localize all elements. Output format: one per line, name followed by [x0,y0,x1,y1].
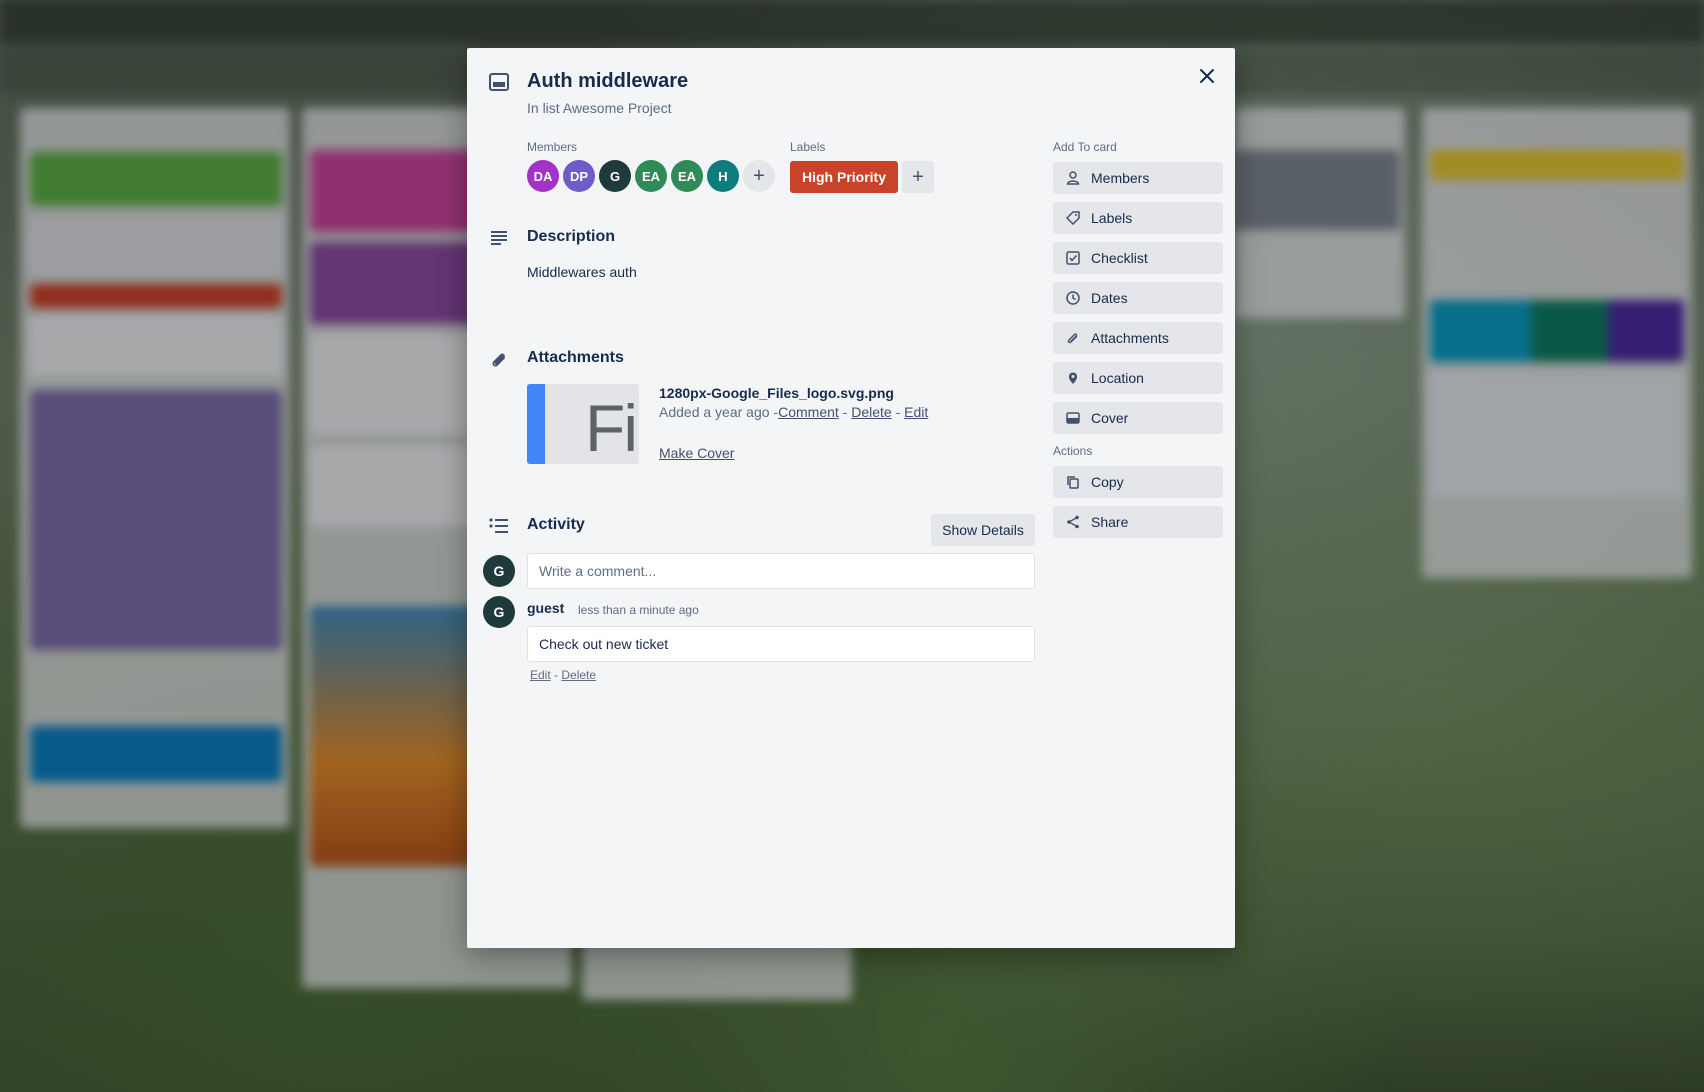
card-list-info: In list Awesome Project [527,100,672,116]
attachments-heading: Attachments [527,349,624,366]
attachment-delete-link[interactable]: Delete [851,404,891,420]
sidebar-copy-button[interactable]: Copy [1053,466,1223,498]
copy-icon [1065,474,1081,490]
current-user-avatar: G [483,555,515,587]
comment-edit-link[interactable]: Edit [530,668,551,682]
map-pin-icon [1065,370,1081,386]
description-icon [487,226,511,250]
comment-author: guest [527,600,565,616]
attachment-thumbnail[interactable]: Fi [527,384,639,464]
description-heading: Description [527,228,616,245]
add-member-button[interactable]: + [743,160,775,192]
member-avatar[interactable]: DA [527,160,559,192]
attachment-comment-link[interactable]: Comment [778,404,839,420]
labels-list: High Priority + [790,161,935,193]
attachment-thumb-text: Fi [585,391,638,464]
sidebar-members-button[interactable]: Members [1053,162,1223,194]
sidebar-dates-button[interactable]: Dates [1053,282,1223,314]
comment-text: Check out new ticket [527,626,1035,662]
paperclip-icon [1065,330,1081,346]
comment-actions: Edit - Delete [530,668,597,682]
activity-heading: Activity [527,516,585,533]
sidebar-cover-button[interactable]: Cover [1053,402,1223,434]
activity-icon [487,514,511,538]
sidebar-share-button[interactable]: Share [1053,506,1223,538]
description-text[interactable]: Middlewares auth [527,264,637,280]
attachment-thumb-stripe [527,384,545,464]
share-icon [1065,514,1081,530]
sidebar-checklist-button[interactable]: Checklist [1053,242,1223,274]
sidebar-attachments-button[interactable]: Attachments [1053,322,1223,354]
person-icon [1065,170,1081,186]
comment-input[interactable] [527,553,1035,589]
comment-author-avatar: G [483,596,515,628]
make-cover-link[interactable]: Make Cover [659,445,734,461]
close-button[interactable] [1193,62,1221,90]
card-title[interactable]: Auth middleware [527,70,688,93]
members-label: Members [527,140,578,154]
show-details-button[interactable]: Show Details [931,514,1035,546]
paperclip-icon [487,348,511,372]
tag-icon [1065,210,1081,226]
clock-icon [1065,290,1081,306]
attachment-file-name: 1280px-Google_Files_logo.svg.png [659,385,894,401]
member-avatar[interactable]: DP [563,160,595,192]
attachment-meta: Added a year ago -Comment - Delete - Edi… [659,404,929,420]
close-icon [1200,69,1214,83]
sidebar-location-button[interactable]: Location [1053,362,1223,394]
cover-icon [1065,410,1081,426]
add-label-button[interactable]: + [902,161,935,193]
list-name: Awesome Project [562,100,672,116]
card-icon [487,70,511,94]
comment-time: less than a minute ago [578,603,699,617]
member-avatar[interactable]: EA [635,160,667,192]
sidebar-labels-button[interactable]: Labels [1053,202,1223,234]
member-avatar[interactable]: H [707,160,739,192]
checkbox-icon [1065,250,1081,266]
labels-label: Labels [790,140,826,154]
card-detail-modal: Auth middleware In list Awesome Project … [467,48,1235,948]
members-list: DA DP G EA EA H + [527,160,775,192]
attachment-edit-link[interactable]: Edit [904,404,928,420]
attachment-added: Added a year ago - [659,404,779,420]
label-high-priority[interactable]: High Priority [790,161,899,193]
member-avatar[interactable]: G [599,160,631,192]
actions-heading: Actions [1053,444,1093,458]
comment-delete-link[interactable]: Delete [561,668,596,682]
member-avatar[interactable]: EA [671,160,703,192]
add-to-card-heading: Add To card [1053,140,1117,154]
